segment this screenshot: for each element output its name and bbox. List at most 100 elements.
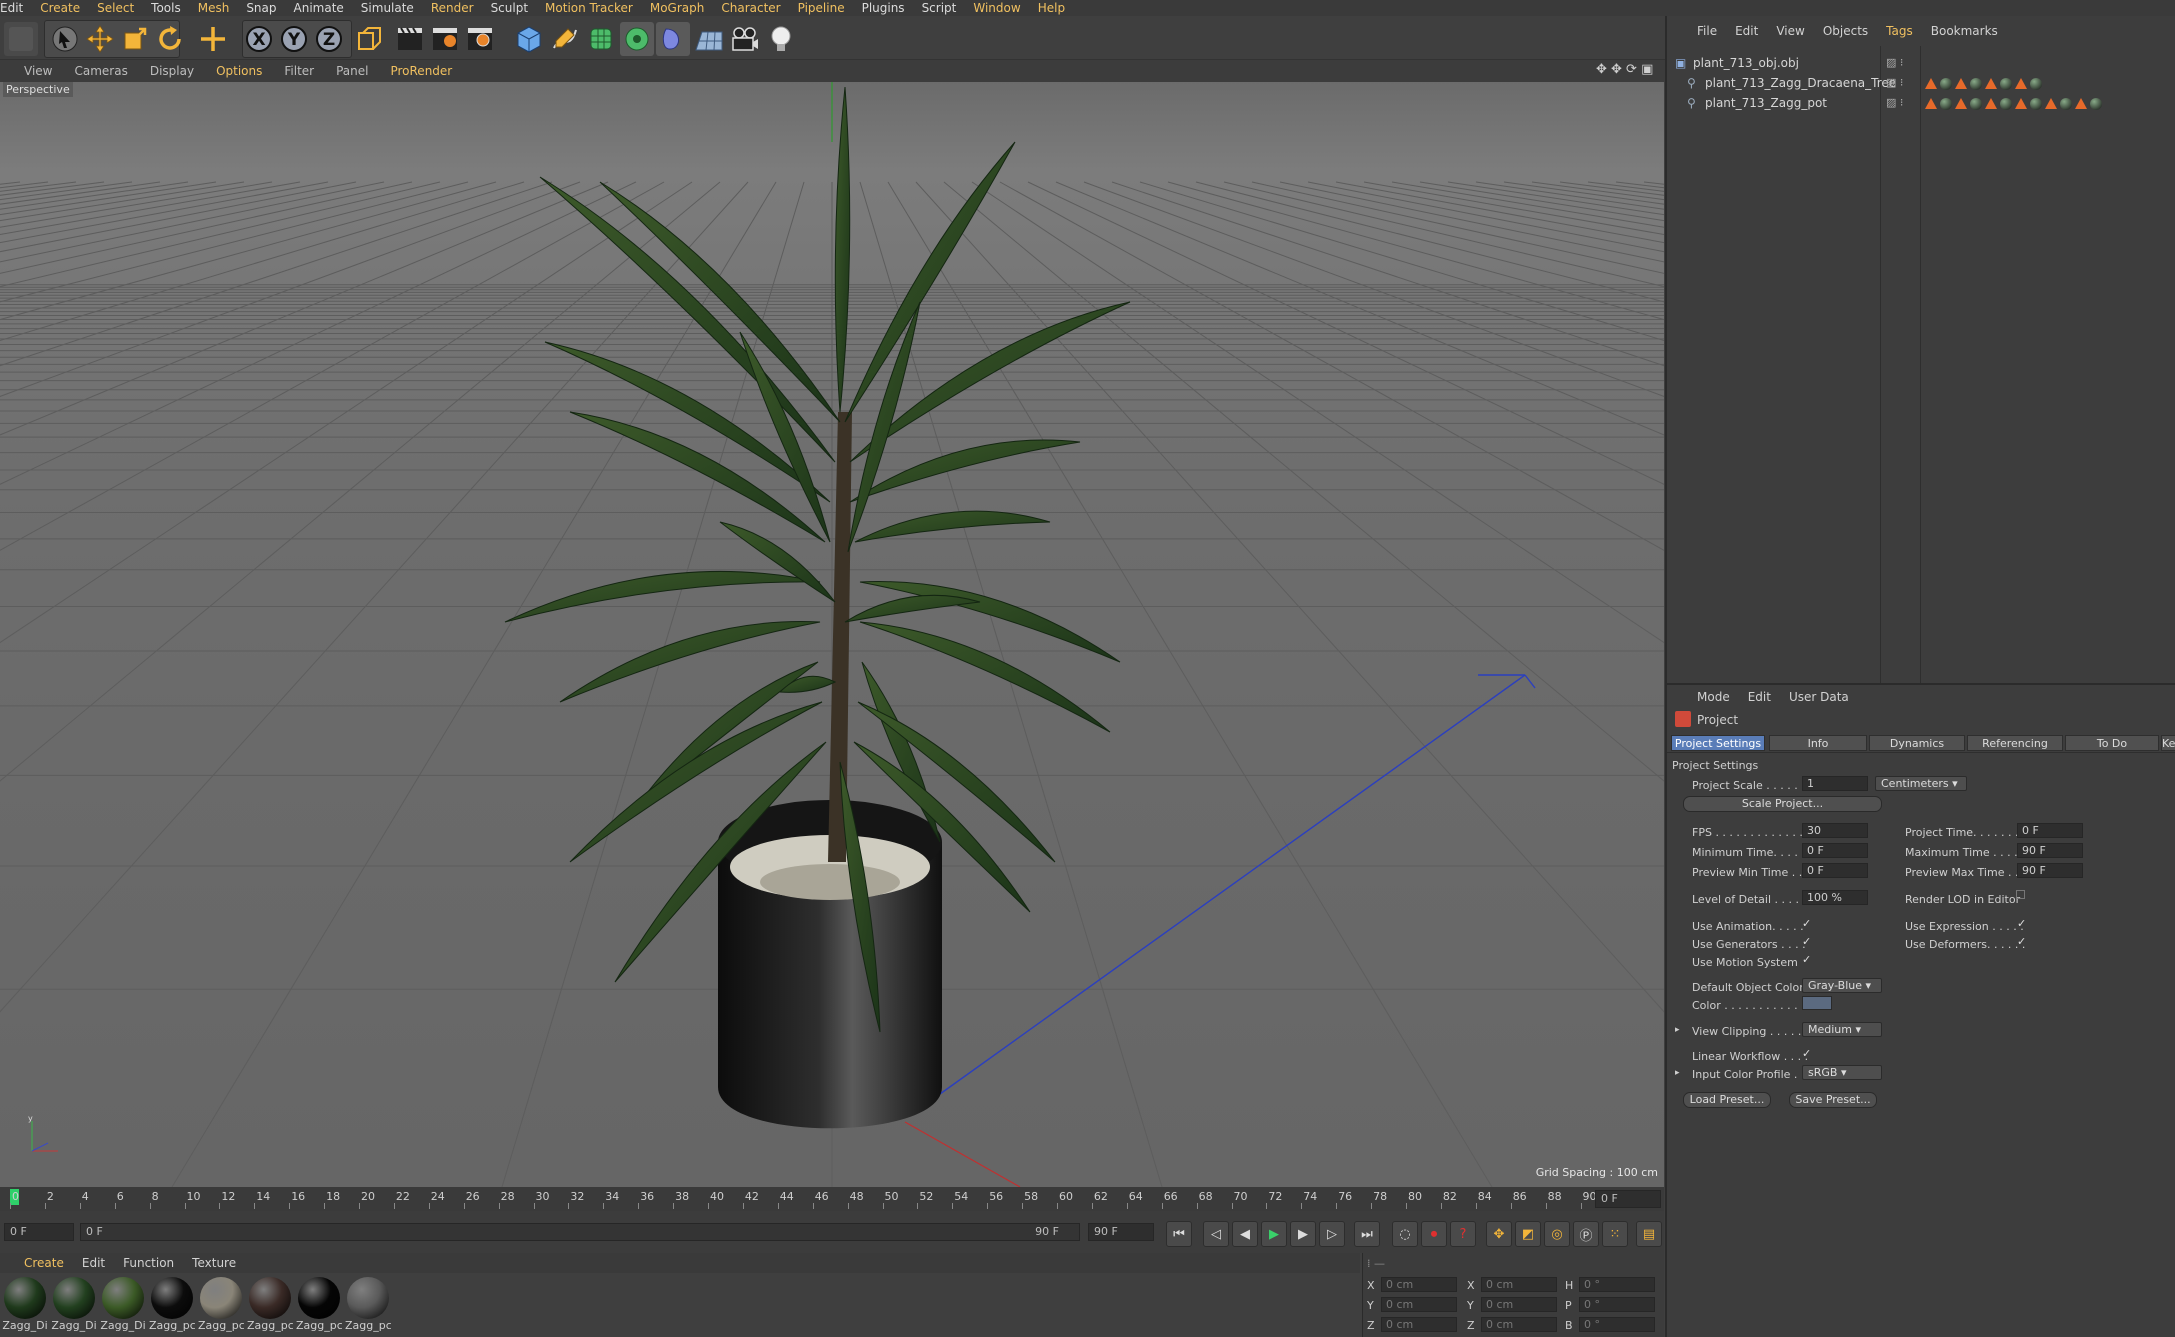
render-lod-checkbox[interactable]: [2016, 890, 2025, 899]
viewport-menu-cameras[interactable]: Cameras: [74, 64, 127, 78]
render-picture-viewer-icon[interactable]: [428, 22, 462, 56]
menu-render[interactable]: Render: [431, 1, 474, 15]
live-select-icon[interactable]: [196, 22, 230, 56]
record-keys-icon[interactable]: ◌: [1392, 1221, 1418, 1247]
maximum-time-field[interactable]: 90 F: [2017, 843, 2083, 858]
texture-tag-icon[interactable]: [2000, 78, 2012, 90]
menu-window[interactable]: Window: [973, 1, 1020, 15]
material-slot[interactable]: Zagg_Di: [100, 1277, 146, 1332]
phong-tag-icon[interactable]: [1985, 78, 1997, 89]
coord-field[interactable]: 0 °: [1579, 1277, 1655, 1292]
next-key-icon[interactable]: ▷: [1319, 1221, 1345, 1247]
viewport-menu-filter[interactable]: Filter: [284, 64, 314, 78]
use-motion-system-checkbox[interactable]: ✓: [1802, 953, 1815, 966]
texture-tag-icon[interactable]: [1940, 78, 1952, 90]
phong-tag-icon[interactable]: [2045, 98, 2057, 109]
x-axis-icon[interactable]: X: [242, 22, 276, 56]
phong-tag-icon[interactable]: [1985, 98, 1997, 109]
texture-tag-icon[interactable]: [2000, 98, 2012, 110]
goto-start-icon[interactable]: ⏮: [1166, 1221, 1192, 1247]
phong-tag-icon[interactable]: [2075, 98, 2087, 109]
tab-to-do[interactable]: To Do: [2065, 735, 2159, 751]
coord-field[interactable]: 0 cm: [1481, 1277, 1557, 1292]
visibility-icon[interactable]: ▨ ⁝: [1886, 96, 1903, 109]
use-expression-checkbox[interactable]: ✓: [2017, 917, 2030, 930]
viewport-menu-options[interactable]: Options: [216, 64, 262, 78]
material-menu-texture[interactable]: Texture: [192, 1256, 236, 1270]
attr-menu-edit[interactable]: Edit: [1748, 690, 1771, 704]
menu-animate[interactable]: Animate: [294, 1, 344, 15]
pen-icon[interactable]: [548, 22, 582, 56]
object-row[interactable]: ▣ plant_713_obj.obj ▨ ⁝: [1667, 54, 2175, 74]
light-icon[interactable]: [764, 22, 798, 56]
texture-tag-icon[interactable]: [2090, 98, 2102, 110]
render-settings-icon[interactable]: [463, 22, 497, 56]
minimum-time-field[interactable]: 0 F: [1802, 843, 1868, 858]
tab-info[interactable]: Info: [1769, 735, 1867, 751]
cloner-icon[interactable]: [620, 22, 654, 56]
menu-snap[interactable]: Snap: [246, 1, 276, 15]
select-icon[interactable]: [48, 22, 82, 56]
tab-referencing[interactable]: Referencing: [1967, 735, 2063, 751]
project-scale-unit-dropdown[interactable]: Centimeters ▾: [1875, 776, 1967, 791]
material-menu-edit[interactable]: Edit: [82, 1256, 105, 1270]
coord-field[interactable]: 0 cm: [1381, 1297, 1457, 1312]
tab-dynamics[interactable]: Dynamics: [1869, 735, 1965, 751]
texture-tag-icon[interactable]: [1940, 98, 1952, 110]
coord-field[interactable]: 0 cm: [1381, 1277, 1457, 1292]
object-menu-bookmarks[interactable]: Bookmarks: [1931, 24, 1998, 38]
coord-field[interactable]: 0 °: [1579, 1317, 1655, 1332]
material-slot[interactable]: Zagg_pc: [345, 1277, 391, 1332]
phong-tag-icon[interactable]: [2015, 78, 2027, 89]
material-slot[interactable]: Zagg_pc: [247, 1277, 293, 1332]
menu-mesh[interactable]: Mesh: [198, 1, 230, 15]
object-menu-edit[interactable]: Edit: [1735, 24, 1758, 38]
coordinate-system-icon[interactable]: [352, 22, 386, 56]
default-object-color-dropdown[interactable]: Gray-Blue ▾: [1802, 978, 1882, 993]
rotate-icon[interactable]: [153, 22, 187, 56]
viewport-perspective[interactable]: Perspective y Grid Spacing : 100 cm: [0, 82, 1664, 1187]
phong-tag-icon[interactable]: [1955, 78, 1967, 89]
viewport-menu-view[interactable]: View: [24, 64, 52, 78]
coord-field[interactable]: 0 °: [1579, 1297, 1655, 1312]
preview-range-slider[interactable]: 0 F 90 F: [80, 1223, 1080, 1241]
visibility-icon[interactable]: ▨ ⁝: [1886, 56, 1903, 69]
coord-field[interactable]: 0 cm: [1381, 1317, 1457, 1332]
move-icon[interactable]: [83, 22, 117, 56]
menu-plugins[interactable]: Plugins: [862, 1, 905, 15]
scale-project-button[interactable]: Scale Project...: [1683, 796, 1882, 812]
key-pla-icon[interactable]: ⁙: [1602, 1221, 1628, 1247]
material-slot[interactable]: Zagg_pc: [296, 1277, 342, 1332]
visibility-icon[interactable]: ▨ ⁝: [1886, 76, 1903, 89]
current-frame-field[interactable]: 0 F: [1595, 1190, 1661, 1208]
color-swatch[interactable]: [1802, 996, 1832, 1010]
preview-max-field[interactable]: 90 F: [2017, 863, 2083, 878]
menu-script[interactable]: Script: [922, 1, 957, 15]
key-rotation-icon[interactable]: ◎: [1544, 1221, 1570, 1247]
material-menu-create[interactable]: Create: [24, 1256, 64, 1270]
deformer-icon[interactable]: [656, 22, 690, 56]
expand-arrow-icon[interactable]: ▸: [1675, 1025, 1680, 1035]
menu-pipeline[interactable]: Pipeline: [798, 1, 845, 15]
project-time-field[interactable]: 0 F: [2017, 823, 2083, 838]
viewport-navigation-icons[interactable]: ✥ ✥ ⟳ ▣: [1596, 62, 1653, 77]
phong-tag-icon[interactable]: [1955, 98, 1967, 109]
menu-edit[interactable]: Edit: [0, 1, 23, 15]
y-axis-icon[interactable]: Y: [277, 22, 311, 56]
view-clipping-dropdown[interactable]: Medium ▾: [1802, 1022, 1882, 1037]
object-menu-tags[interactable]: Tags: [1886, 24, 1913, 38]
phong-tag-icon[interactable]: [1925, 78, 1937, 89]
z-axis-icon[interactable]: Z: [312, 22, 346, 56]
coord-field[interactable]: 0 cm: [1481, 1317, 1557, 1332]
use-animation-checkbox[interactable]: ✓: [1802, 917, 1815, 930]
menu-mograph[interactable]: MoGraph: [650, 1, 705, 15]
coord-field[interactable]: 0 cm: [1481, 1297, 1557, 1312]
fps-field[interactable]: 30: [1802, 823, 1868, 838]
object-menu-view[interactable]: View: [1776, 24, 1804, 38]
play-icon[interactable]: ▶: [1261, 1221, 1287, 1247]
menu-sculpt[interactable]: Sculpt: [491, 1, 528, 15]
viewport-menu-panel[interactable]: Panel: [336, 64, 368, 78]
object-row[interactable]: ⚲ plant_713_Zagg_Dracaena_Tree ▨ ⁝: [1667, 74, 2175, 94]
linear-workflow-checkbox[interactable]: ✓: [1802, 1047, 1815, 1060]
floor-icon[interactable]: [692, 22, 726, 56]
